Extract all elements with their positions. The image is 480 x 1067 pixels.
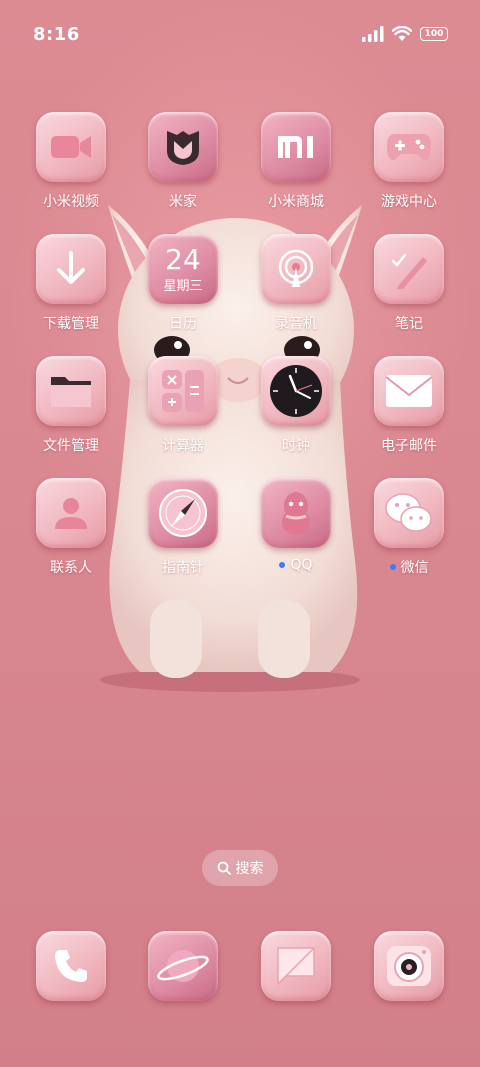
envelope-icon [374,356,444,426]
app-compass[interactable]: 指南针 [127,478,239,577]
app-mi-video[interactable]: 小米视频 [15,112,127,211]
gamepad-icon [374,112,444,182]
wechat-bubbles-icon [374,478,444,548]
dock-phone[interactable] [15,931,127,1001]
clock-icon [261,356,331,426]
app-label: 微信 [400,560,429,576]
app-qq[interactable]: QQ [240,478,352,573]
app-label: 游戏中心 [381,194,437,210]
app-download-manager[interactable]: 下载管理 [15,234,127,333]
status-bar: 8:16 100 [0,0,480,68]
video-camera-icon [36,112,106,182]
mi-logo-icon [261,112,331,182]
app-label: 米家 [169,194,197,210]
app-email[interactable]: 电子邮件 [353,356,465,455]
app-label: 笔记 [395,316,423,332]
penguin-icon [261,478,331,548]
calendar-icon: 24 星期三 [148,234,218,304]
app-game-center[interactable]: 游戏中心 [353,112,465,211]
compass-icon [148,478,218,548]
planet-browser-icon [148,931,218,1001]
calendar-weekday: 星期三 [163,278,203,294]
app-label: 文件管理 [43,438,99,454]
app-label: 联系人 [50,560,92,576]
app-clock[interactable]: 时钟 [240,356,352,455]
app-label: 时钟 [282,438,310,454]
folder-icon [36,356,106,426]
dock-messages[interactable] [240,931,352,1001]
person-icon [36,478,106,548]
app-calculator[interactable]: 计算器 [127,356,239,455]
message-icon [261,931,331,1001]
recorder-icon [261,234,331,304]
app-label: 小米视频 [43,194,99,210]
battery-icon: 100 [420,27,448,41]
app-label: 指南针 [162,560,204,576]
battery-level: 100 [424,29,444,39]
app-notes[interactable]: 笔记 [353,234,465,333]
signal-icon [362,26,384,42]
search-button[interactable]: 搜索 [202,850,278,886]
app-mijia[interactable]: 米家 [127,112,239,211]
wifi-icon [392,26,412,41]
dock-browser[interactable] [127,931,239,1001]
app-file-manager[interactable]: 文件管理 [15,356,127,455]
phone-icon [36,931,106,1001]
calculator-icon [148,356,218,426]
app-label: 电子邮件 [381,438,437,454]
app-label: 日历 [169,316,197,332]
app-wechat[interactable]: 微信 [353,478,465,577]
dock-camera[interactable] [353,931,465,1001]
app-label: 计算器 [162,438,204,454]
app-mi-store[interactable]: 小米商城 [240,112,352,211]
search-label: 搜索 [235,861,264,877]
status-icons: 100 [362,26,448,42]
pen-notes-icon [374,234,444,304]
app-recorder[interactable]: 录音机 [240,234,352,333]
app-label: 下载管理 [43,316,99,332]
app-contacts[interactable]: 联系人 [15,478,127,577]
new-indicator-dot [389,564,396,570]
search-icon [217,861,231,875]
new-indicator-dot [279,562,286,568]
status-time: 8:16 [33,23,80,45]
app-label: QQ [290,557,313,573]
app-calendar[interactable]: 24 星期三 日历 [127,234,239,333]
calendar-date: 24 [165,242,201,276]
app-label: 小米商城 [268,194,324,210]
camera-icon [374,931,444,1001]
mijia-icon [148,112,218,182]
download-arrow-icon [36,234,106,304]
app-label: 录音机 [275,316,317,332]
